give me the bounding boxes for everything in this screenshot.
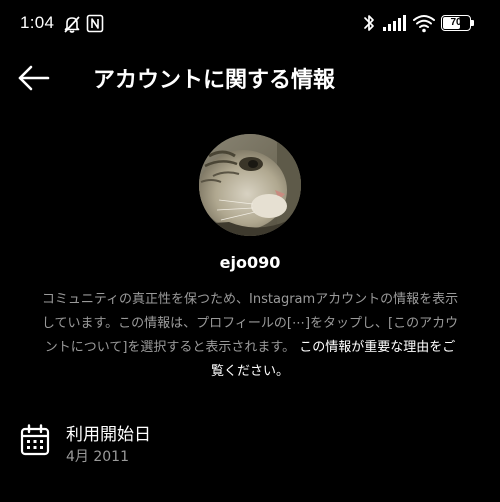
battery-icon: 70 (441, 15, 471, 31)
calendar-icon (20, 424, 50, 456)
bluetooth-icon (364, 15, 374, 31)
nfc-icon (86, 14, 104, 33)
avatar[interactable] (199, 134, 301, 236)
status-time: 1:04 (20, 13, 55, 32)
wifi-icon (413, 15, 435, 33)
profile-photo-image (199, 134, 301, 236)
notifications-off-icon (64, 16, 80, 33)
username: ejo090 (219, 253, 281, 272)
header: アカウントに関する情報 (0, 48, 500, 108)
status-bar: 1:04 70 (0, 0, 500, 48)
battery-cap (471, 20, 474, 26)
arrow-left-icon (18, 65, 50, 91)
date-joined-label: 利用開始日 (66, 425, 151, 445)
signal-icon (383, 15, 406, 31)
date-joined-row: 利用開始日 4月 2011 (0, 412, 500, 472)
battery-percent: 70 (450, 17, 462, 28)
back-button[interactable] (14, 60, 54, 96)
account-info-description: コミュニティの真正性を保つため、Instagramアカウントの情報を表示していま… (40, 288, 460, 384)
date-joined-value: 4月 2011 (66, 449, 129, 465)
page-title: アカウントに関する情報 (93, 68, 336, 93)
